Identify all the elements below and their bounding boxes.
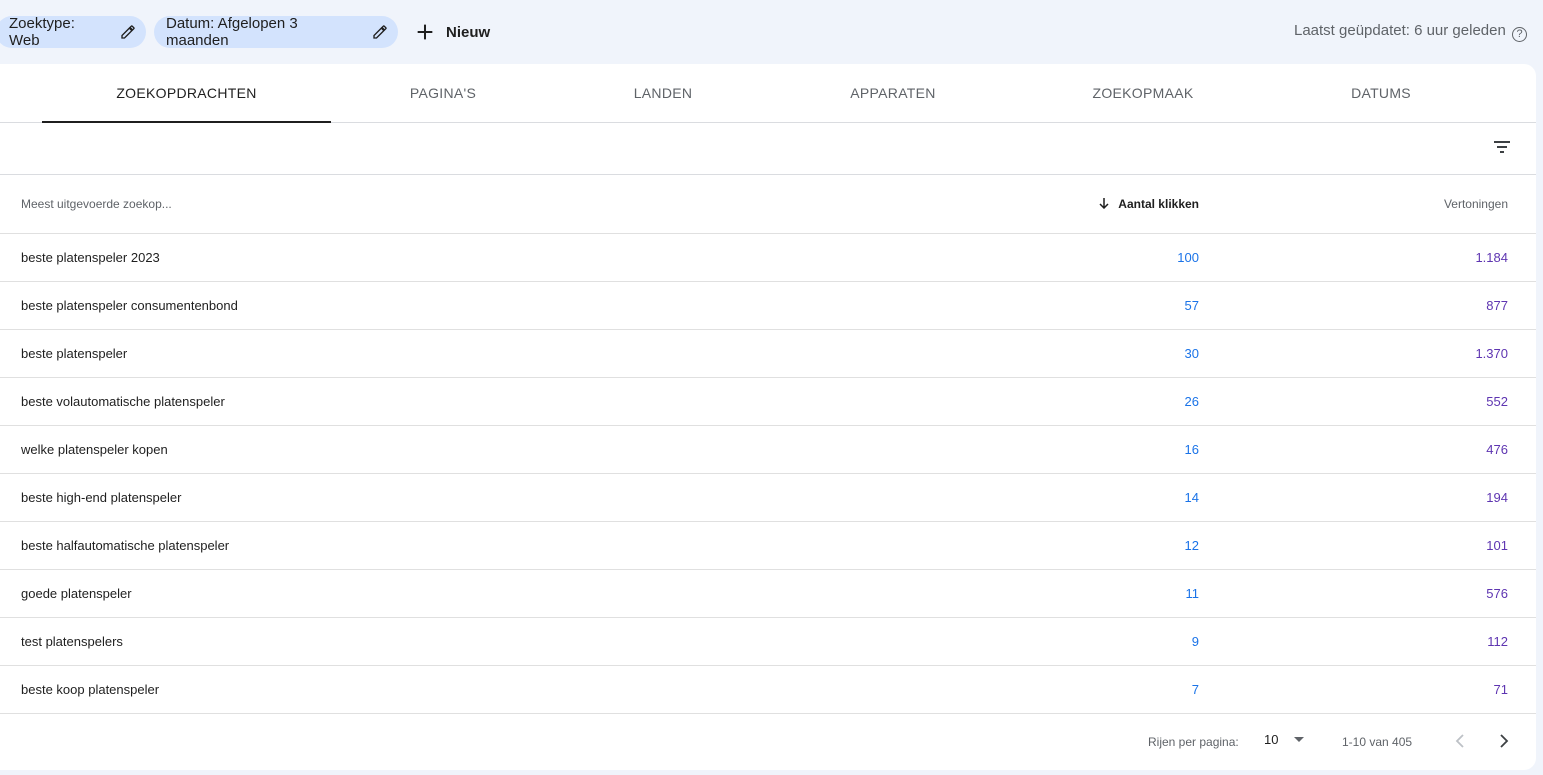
table-row[interactable]: beste high-end platenspeler 14 194	[0, 473, 1536, 522]
table-row[interactable]: beste halfautomatische platenspeler 12 1…	[0, 521, 1536, 570]
rows-per-page-label: Rijen per pagina:	[1148, 735, 1239, 749]
report-card: ZOEKOPDRACHTEN PAGINA'S LANDEN APPARATEN…	[0, 64, 1536, 770]
tab-pages[interactable]: PAGINA'S	[343, 64, 543, 122]
table-filter-bar	[0, 123, 1536, 175]
pencil-icon	[120, 24, 136, 40]
table-row[interactable]: welke platenspeler kopen 16 476	[0, 425, 1536, 474]
clicks-cell: 57	[1098, 281, 1376, 330]
pagination-range: 1-10 van 405	[1342, 735, 1413, 749]
impressions-cell: 101	[1376, 521, 1536, 570]
table-header-row: Meest uitgevoerde zoekop... Aantal klikk…	[0, 175, 1536, 234]
impressions-cell: 476	[1376, 425, 1536, 474]
tab-countries[interactable]: LANDEN	[563, 64, 763, 122]
impressions-cell: 576	[1376, 569, 1536, 618]
column-header-query[interactable]: Meest uitgevoerde zoekop...	[0, 175, 1099, 234]
column-header-impressions[interactable]: Vertoningen	[1376, 175, 1536, 234]
clicks-cell: 100	[1098, 233, 1376, 282]
query-cell: beste platenspeler consumentenbond	[0, 281, 1099, 330]
tab-dates[interactable]: DATUMS	[1281, 64, 1481, 122]
date-range-label: Datum: Afgelopen 3 maanden	[166, 15, 298, 49]
clicks-cell: 12	[1098, 521, 1376, 570]
query-cell: goede platenspeler	[0, 569, 1099, 618]
impressions-cell: 194	[1376, 473, 1536, 522]
query-cell: beste high-end platenspeler	[0, 473, 1099, 522]
dimension-tabs: ZOEKOPDRACHTEN PAGINA'S LANDEN APPARATEN…	[0, 64, 1536, 123]
search-type-label: Zoektype: Web	[9, 15, 75, 49]
pagination-bar: Rijen per pagina: 10 1-10 van 405	[0, 713, 1536, 769]
column-header-clicks-label: Aantal klikken	[1118, 196, 1199, 211]
new-filter-button[interactable]: Nieuw	[414, 16, 490, 48]
tab-devices[interactable]: APPARATEN	[793, 64, 993, 122]
impressions-cell: 552	[1376, 377, 1536, 426]
impressions-cell: 1.370	[1376, 329, 1536, 378]
table-row[interactable]: beste platenspeler 30 1.370	[0, 329, 1536, 378]
tab-queries[interactable]: ZOEKOPDRACHTEN	[42, 64, 331, 123]
query-cell: beste koop platenspeler	[0, 665, 1099, 714]
clicks-cell: 7	[1098, 665, 1376, 714]
filter-toolbar: Zoektype: Web Datum: Afgelopen 3 maanden…	[0, 0, 1543, 64]
help-icon[interactable]: ?	[1512, 27, 1527, 42]
clicks-cell: 14	[1098, 473, 1376, 522]
plus-icon	[417, 24, 433, 40]
query-cell: welke platenspeler kopen	[0, 425, 1099, 474]
rows-per-page-value: 10	[1264, 732, 1279, 747]
query-cell: beste platenspeler 2023	[0, 233, 1099, 282]
query-cell: test platenspelers	[0, 617, 1099, 666]
last-updated-label: Laatst geüpdatet: 6 uur geleden	[1293, 22, 1506, 39]
impressions-cell: 112	[1376, 617, 1536, 666]
table-row[interactable]: beste volautomatische platenspeler 26 55…	[0, 377, 1536, 426]
search-type-chip[interactable]: Zoektype: Web	[0, 15, 146, 49]
chevron-right-icon[interactable]	[1492, 729, 1516, 753]
query-cell: beste volautomatische platenspeler	[0, 377, 1099, 426]
clicks-cell: 16	[1098, 425, 1376, 474]
query-cell: beste platenspeler	[0, 329, 1099, 378]
new-filter-label: Nieuw	[446, 23, 491, 41]
rows-per-page-select[interactable]: 10	[1264, 732, 1305, 747]
table-row[interactable]: beste platenspeler consumentenbond 57 87…	[0, 281, 1536, 330]
clicks-cell: 30	[1098, 329, 1376, 378]
clicks-cell: 11	[1098, 569, 1376, 618]
caret-down-icon	[1294, 737, 1305, 742]
impressions-cell: 71	[1376, 665, 1536, 714]
column-header-clicks[interactable]: Aantal klikken	[1098, 175, 1376, 234]
query-cell: beste halfautomatische platenspeler	[0, 521, 1099, 570]
tab-search-appearance[interactable]: ZOEKOPMAAK	[1043, 64, 1243, 122]
queries-table: Meest uitgevoerde zoekop... Aantal klikk…	[0, 175, 1536, 714]
arrow-down-icon	[1099, 197, 1109, 209]
table-row[interactable]: beste platenspeler 2023 100 1.184	[0, 233, 1536, 282]
table-row[interactable]: goede platenspeler 11 576	[0, 569, 1536, 618]
date-range-chip[interactable]: Datum: Afgelopen 3 maanden	[154, 15, 398, 49]
chevron-left-icon[interactable]	[1448, 729, 1472, 753]
impressions-cell: 877	[1376, 281, 1536, 330]
clicks-cell: 26	[1098, 377, 1376, 426]
table-row[interactable]: test platenspelers 9 112	[0, 617, 1536, 666]
filter-icon[interactable]	[1492, 137, 1512, 157]
pencil-icon	[372, 24, 388, 40]
clicks-cell: 9	[1098, 617, 1376, 666]
impressions-cell: 1.184	[1376, 233, 1536, 282]
last-updated-text: Laatst geüpdatet: 6 uur geleden ?	[1294, 22, 1527, 42]
table-row[interactable]: beste koop platenspeler 7 71	[0, 665, 1536, 714]
